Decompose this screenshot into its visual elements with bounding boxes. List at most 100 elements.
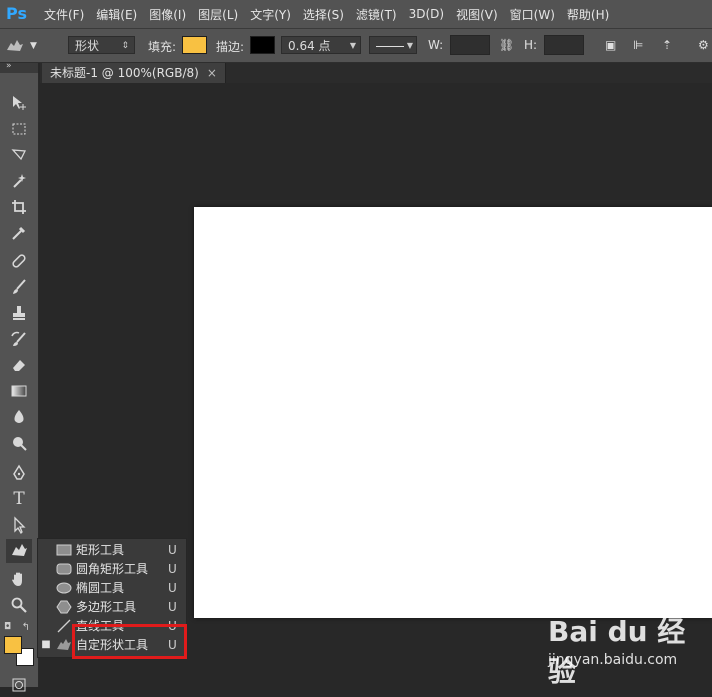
stroke-type-select[interactable]: ▼ <box>369 36 417 54</box>
menu-view[interactable]: 视图(V) <box>456 6 498 23</box>
flyout-item-rounded-rectangle[interactable]: 圆角矩形工具 U <box>38 559 186 578</box>
link-icon[interactable]: ⛓ <box>499 38 514 52</box>
hand-icon <box>12 572 22 586</box>
gradient-tool[interactable] <box>6 379 32 403</box>
bandage-icon <box>12 254 26 268</box>
pen-tool[interactable] <box>6 461 32 485</box>
tool-preset-picker[interactable]: ▼ <box>4 29 37 62</box>
menu-edit[interactable]: 编辑(E) <box>96 6 137 23</box>
document-tab[interactable]: 未标题-1 @ 100%(RGB/8) × <box>42 63 226 83</box>
pen-icon <box>13 464 25 480</box>
flyout-item-rectangle[interactable]: 矩形工具 U <box>38 540 186 559</box>
rounded-rectangle-icon <box>54 563 74 575</box>
crop-icon <box>12 200 26 214</box>
options-bar: ▼ 形状 ⇕ 填充: 描边: 0.64 点 ▼ ▼ W: ⛓ H: ▣ ⊫ ⇡ … <box>0 29 712 63</box>
collapse-icon: » <box>6 61 12 71</box>
path-arrangement-icon[interactable]: ⇡ <box>662 38 672 52</box>
path-operations-icon[interactable]: ▣ <box>605 38 616 52</box>
menu-filter[interactable]: 滤镜(T) <box>356 6 397 23</box>
blur-icon <box>14 410 24 423</box>
type-icon: T <box>13 489 25 509</box>
eyedropper-icon <box>12 226 26 240</box>
swap-colors-icon: ↰ <box>21 621 30 633</box>
rectangle-icon <box>54 544 74 556</box>
menu-type[interactable]: 文字(Y) <box>250 6 291 23</box>
menu-bar: Ps 文件(F) 编辑(E) 图像(I) 图层(L) 文字(Y) 选择(S) 滤… <box>0 0 712 29</box>
document-tab-title: 未标题-1 @ 100%(RGB/8) <box>50 66 199 80</box>
fill-label: 填充: <box>148 40 177 54</box>
magic-wand-tool[interactable] <box>6 169 32 193</box>
quick-mask-icon <box>12 678 26 692</box>
crop-tool[interactable] <box>6 195 32 219</box>
custom-shape-icon <box>7 39 23 51</box>
photoshop-logo: Ps <box>6 4 27 23</box>
healing-brush-tool[interactable] <box>6 249 32 273</box>
flyout-label: 多边形工具 <box>76 600 137 614</box>
stroke-width-value: 0.64 点 <box>288 39 331 53</box>
history-brush-tool[interactable] <box>6 327 32 351</box>
flyout-item-ellipse[interactable]: 椭圆工具 U <box>38 578 186 597</box>
chevron-down-icon: ▼ <box>349 41 356 50</box>
marquee-icon <box>12 123 26 135</box>
move-tool[interactable] <box>6 91 32 115</box>
eraser-tool[interactable] <box>6 353 32 377</box>
clone-stamp-tool[interactable] <box>6 301 32 325</box>
flyout-item-polygon[interactable]: 多边形工具 U <box>38 597 186 616</box>
type-tool[interactable]: T <box>6 487 32 511</box>
custom-shape-icon <box>12 544 27 556</box>
selected-bullet: ■ <box>41 639 51 650</box>
toolbar-header[interactable]: » <box>0 61 38 73</box>
brush-tool[interactable] <box>6 275 32 299</box>
updown-icon: ⇕ <box>121 41 129 51</box>
close-icon[interactable]: × <box>207 66 217 80</box>
quick-mask-tool[interactable] <box>6 673 32 697</box>
flyout-label: 圆角矩形工具 <box>76 562 149 576</box>
menu-select[interactable]: 选择(S) <box>303 6 344 23</box>
default-colors-icon: ◘ <box>4 622 12 632</box>
menu-layer[interactable]: 图层(L) <box>198 6 238 23</box>
lasso-tool[interactable] <box>6 143 32 167</box>
menu-image[interactable]: 图像(I) <box>149 6 186 23</box>
menu-help[interactable]: 帮助(H) <box>567 6 609 23</box>
document-canvas[interactable] <box>194 207 712 618</box>
marquee-tool[interactable] <box>6 117 32 141</box>
height-field[interactable] <box>544 35 584 55</box>
chevron-down-icon: ▼ <box>30 40 37 51</box>
fill-swatch[interactable] <box>182 36 207 54</box>
path-selection-tool[interactable] <box>6 513 32 537</box>
stroke-label: 描边: <box>216 40 245 54</box>
zoom-tool[interactable] <box>6 593 32 617</box>
flyout-shortcut: U <box>168 561 177 576</box>
watermark-logo: Bai du 经验 <box>548 615 686 688</box>
path-alignment-icon[interactable]: ⊫ <box>633 38 643 52</box>
chevron-down-icon: ▼ <box>406 41 413 50</box>
blur-tool[interactable] <box>6 405 32 429</box>
mode-select[interactable]: 形状 ⇕ <box>68 36 135 54</box>
dodge-icon <box>13 437 27 451</box>
ellipse-icon <box>54 582 74 594</box>
flyout-label: 椭圆工具 <box>76 581 125 595</box>
height-label: H: <box>524 38 538 52</box>
line-icon <box>54 619 74 633</box>
width-field[interactable] <box>450 35 490 55</box>
custom-shape-icon <box>54 638 74 652</box>
flyout-shortcut: U <box>168 580 177 595</box>
eyedropper-tool[interactable] <box>6 221 32 245</box>
watermark-site: jingyan.baidu.com <box>548 652 678 668</box>
tools-panel: T ◘ ↰ <box>0 73 39 692</box>
menu-file[interactable]: 文件(F) <box>44 6 84 23</box>
custom-shape-tool[interactable] <box>6 539 32 563</box>
brush-icon <box>13 279 26 294</box>
polygon-icon <box>54 600 74 614</box>
stroke-width-field[interactable]: 0.64 点 ▼ <box>281 36 361 54</box>
dodge-tool[interactable] <box>6 431 32 455</box>
swap-default-colors[interactable]: ◘ ↰ <box>2 621 32 633</box>
foreground-color[interactable] <box>4 636 22 654</box>
menu-3d[interactable]: 3D(D) <box>409 7 444 21</box>
gear-icon[interactable]: ⚙ <box>698 38 709 52</box>
stroke-swatch[interactable] <box>250 36 275 54</box>
hand-tool[interactable] <box>6 567 32 591</box>
menu-window[interactable]: 窗口(W) <box>510 6 555 23</box>
flyout-label: 矩形工具 <box>76 543 125 557</box>
watermark: Bai du 经验 jingyan.baidu.com <box>548 610 708 688</box>
